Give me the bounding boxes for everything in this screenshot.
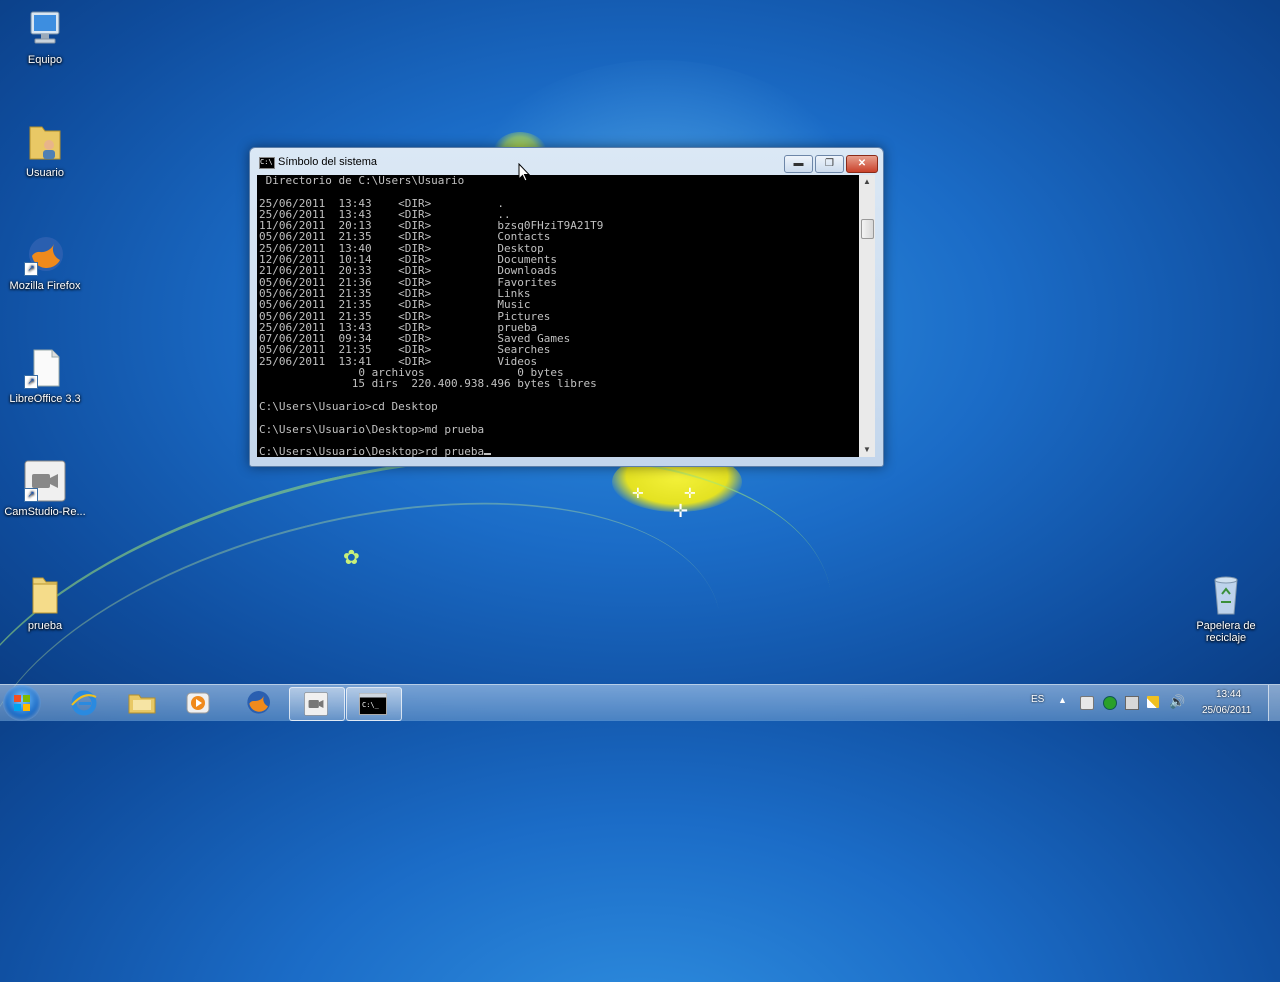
close-button[interactable]: ✕ <box>846 155 878 173</box>
desktop-icon-libreoffice[interactable]: ↗ LibreOffice 3.3 <box>3 347 87 405</box>
start-button[interactable] <box>3 685 41 721</box>
desktop-icon-label: prueba <box>27 620 63 632</box>
tray-network-icon[interactable] <box>1125 696 1139 710</box>
desktop-icon-label: Equipo <box>27 54 63 66</box>
console-line: C:\Users\Usuario\Desktop>md prueba <box>259 422 485 436</box>
console-line: C:\Users\Usuario>cd Desktop <box>259 399 438 413</box>
scroll-thumb[interactable] <box>861 219 874 239</box>
console-line: 21/06/2011 20:33 <DIR> Downloads <box>259 264 558 278</box>
libreoffice-icon: ↗ <box>24 347 66 389</box>
shortcut-arrow-icon: ↗ <box>24 262 38 276</box>
wallpaper-sparkle-icon: ✛ <box>673 501 689 521</box>
console-line: Directorio de C:\Users\Usuario <box>259 175 465 187</box>
console-prompt-text: C:\Users\Usuario\Desktop>rd prueba <box>259 445 485 457</box>
vertical-scrollbar[interactable]: ▲ ▼ <box>859 175 875 457</box>
scroll-down-arrow-icon[interactable]: ▼ <box>859 443 875 457</box>
user-folder-icon <box>24 121 66 163</box>
desktop-icon-prueba[interactable]: prueba <box>3 574 87 632</box>
tray-safely-remove-icon[interactable] <box>1080 696 1094 710</box>
taskbar-firefox[interactable] <box>231 687 285 719</box>
taskbar: C:\_ ES ▲ 🔊 13:44 25/06/2011 <box>0 684 1280 721</box>
svg-text:C:\_: C:\_ <box>362 701 380 709</box>
show-hidden-icons-icon[interactable]: ▲ <box>1058 695 1067 705</box>
window-title: Símbolo del sistema <box>278 156 378 168</box>
desktop-icon-firefox[interactable]: ↗ Mozilla Firefox <box>3 234 87 292</box>
tray-wifi-icon[interactable] <box>1147 696 1159 708</box>
text-cursor-icon <box>484 453 492 456</box>
clock-date[interactable]: 25/06/2011 <box>1202 705 1251 716</box>
media-player-icon <box>186 692 210 714</box>
desktop-icon-label: CamStudio-Re... <box>4 506 86 518</box>
clock-time[interactable]: 13:44 <box>1216 689 1241 700</box>
console-line: 05/06/2011 21:35 <DIR> Music <box>259 298 531 312</box>
scroll-up-arrow-icon[interactable]: ▲ <box>859 175 875 189</box>
taskbar-file-explorer[interactable] <box>115 687 169 719</box>
firefox-icon: ↗ <box>24 234 66 276</box>
camstudio-icon <box>304 692 328 716</box>
wallpaper-plant-icon: ✿ <box>343 547 360 569</box>
camstudio-icon: ↗ <box>24 460 66 502</box>
command-prompt-icon: C:\_ <box>359 693 387 715</box>
recycle-bin-icon <box>1205 574 1247 616</box>
taskbar-internet-explorer[interactable] <box>57 687 111 719</box>
computer-icon <box>24 8 66 50</box>
console-text: Directorio de C:\Users\Usuario 25/06/201… <box>257 175 859 457</box>
language-indicator[interactable]: ES <box>1031 694 1044 705</box>
show-desktop-button[interactable] <box>1268 685 1280 721</box>
command-prompt-window[interactable]: C:\ Símbolo del sistema ▬ ❐ ✕ Directorio… <box>249 147 884 467</box>
desktop-icon-label: Mozilla Firefox <box>9 280 81 292</box>
desktop-icon-label: Usuario <box>26 167 64 179</box>
window-titlebar[interactable]: C:\ Símbolo del sistema ▬ ❐ ✕ <box>250 148 883 174</box>
wallpaper-sparkle-icon: ✛ <box>684 485 696 501</box>
console-prompt-line: C:\Users\Usuario\Desktop>rd prueba <box>259 446 859 457</box>
taskbar-media-player[interactable] <box>171 687 225 719</box>
console-output[interactable]: Directorio de C:\Users\Usuario 25/06/201… <box>257 175 859 457</box>
wallpaper-sparkle-icon: ✛ <box>632 485 644 501</box>
minimize-button[interactable]: ▬ <box>784 155 813 173</box>
mouse-pointer-icon <box>518 163 530 182</box>
desktop-icon-camstudio[interactable]: ↗ CamStudio-Re... <box>3 460 87 518</box>
firefox-icon <box>247 691 270 714</box>
desktop-icon-equipo[interactable]: Equipo <box>3 8 87 66</box>
file-explorer-icon <box>128 694 156 714</box>
internet-explorer-icon <box>71 690 97 716</box>
shortcut-arrow-icon: ↗ <box>24 375 38 389</box>
windows-logo-icon <box>14 695 30 711</box>
maximize-button[interactable]: ❐ <box>815 155 844 173</box>
desktop-icon-label: Papelera de reciclaje <box>1196 620 1256 644</box>
command-prompt-icon: C:\ <box>259 157 275 169</box>
desktop-icon-label: LibreOffice 3.3 <box>9 393 81 405</box>
console-line: 15 dirs 220.400.938.496 bytes libres <box>259 377 597 391</box>
taskbar-camstudio[interactable] <box>289 687 345 721</box>
desktop-icon-usuario[interactable]: Usuario <box>3 121 87 179</box>
tray-green-app-icon[interactable] <box>1103 696 1117 710</box>
folder-icon <box>24 574 66 616</box>
taskbar-command-prompt[interactable]: C:\_ <box>346 687 402 721</box>
shortcut-arrow-icon: ↗ <box>24 488 38 502</box>
volume-icon[interactable]: 🔊 <box>1169 694 1185 710</box>
desktop-icon-recycle-bin[interactable]: Papelera de reciclaje <box>1184 574 1268 644</box>
